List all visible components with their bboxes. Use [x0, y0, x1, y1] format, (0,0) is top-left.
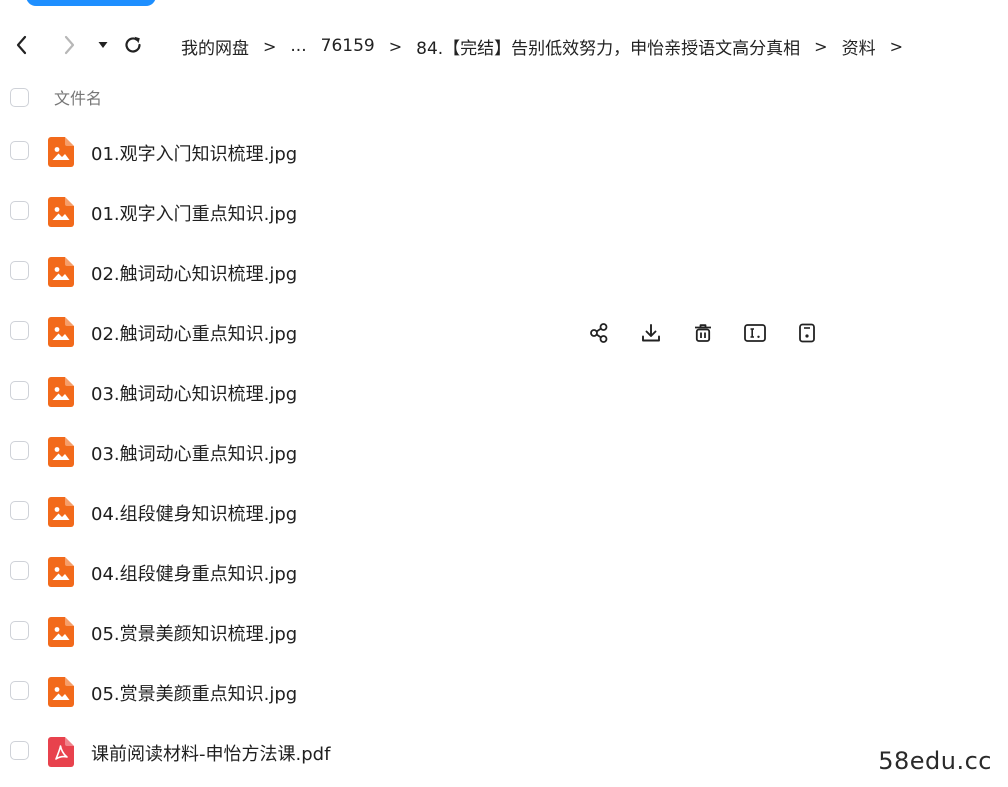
download-icon[interactable]	[638, 320, 664, 346]
caret-down-icon[interactable]	[90, 32, 116, 58]
file-row[interactable]: 02.触词动心重点知识.jpg	[0, 301, 1008, 361]
file-name[interactable]: 03.触词动心重点知识.jpg	[91, 440, 297, 466]
more-icon[interactable]	[794, 320, 820, 346]
image-file-icon	[48, 437, 74, 467]
rename-icon[interactable]	[742, 320, 768, 346]
file-name[interactable]: 02.触词动心重点知识.jpg	[91, 320, 297, 346]
row-checkbox[interactable]	[10, 681, 29, 700]
image-file-icon	[48, 137, 74, 167]
row-checkbox[interactable]	[10, 441, 29, 460]
row-checkbox[interactable]	[10, 561, 29, 580]
image-file-icon	[48, 617, 74, 647]
file-name[interactable]: 01.观字入门重点知识.jpg	[91, 200, 297, 226]
file-name[interactable]: 课前阅读材料-申怡方法课.pdf	[91, 740, 330, 766]
file-name[interactable]: 03.触词动心知识梳理.jpg	[91, 380, 297, 406]
file-row[interactable]: 02.触词动心知识梳理.jpg	[0, 241, 1008, 301]
breadcrumb-item-course[interactable]: 84.【完结】告别低效努力，申怡亲授语文高分真相	[416, 34, 800, 59]
column-header-name[interactable]: 文件名	[54, 85, 102, 109]
breadcrumb-item-folder[interactable]: 76159	[321, 36, 375, 56]
row-checkbox[interactable]	[10, 261, 29, 280]
breadcrumb-item-ellipsis[interactable]: ...	[290, 36, 306, 56]
breadcrumb-separator: >	[889, 36, 903, 56]
file-row[interactable]: 03.触词动心知识梳理.jpg	[0, 361, 1008, 421]
chevron-right-icon[interactable]	[56, 32, 82, 58]
pdf-file-icon	[48, 737, 74, 767]
file-name[interactable]: 05.赏景美颜知识梳理.jpg	[91, 620, 297, 646]
image-file-icon	[48, 197, 74, 227]
file-name[interactable]: 04.组段健身重点知识.jpg	[91, 560, 297, 586]
row-checkbox[interactable]	[10, 141, 29, 160]
file-row[interactable]: 05.赏景美颜重点知识.jpg	[0, 661, 1008, 721]
refresh-icon[interactable]	[120, 32, 146, 58]
row-checkbox[interactable]	[10, 381, 29, 400]
file-name[interactable]: 04.组段健身知识梳理.jpg	[91, 500, 297, 526]
file-row[interactable]: 01.观字入门重点知识.jpg	[0, 181, 1008, 241]
file-row[interactable]: 05.赏景美颜知识梳理.jpg	[0, 601, 1008, 661]
image-file-icon	[48, 677, 74, 707]
image-file-icon	[48, 317, 74, 347]
file-row[interactable]: 04.组段健身重点知识.jpg	[0, 541, 1008, 601]
row-checkbox[interactable]	[10, 501, 29, 520]
file-row[interactable]: 04.组段健身知识梳理.jpg	[0, 481, 1008, 541]
breadcrumb-separator: >	[388, 36, 403, 56]
chevron-left-icon[interactable]	[9, 32, 35, 58]
file-row[interactable]: 01.观字入门知识梳理.jpg	[0, 121, 1008, 181]
breadcrumb-separator: >	[814, 36, 828, 56]
select-all-checkbox[interactable]	[10, 87, 29, 107]
file-name[interactable]: 01.观字入门知识梳理.jpg	[91, 140, 297, 166]
image-file-icon	[48, 497, 74, 527]
file-list-header: 文件名	[0, 82, 1008, 112]
file-name[interactable]: 05.赏景美颜重点知识.jpg	[91, 680, 297, 706]
row-actions	[586, 320, 820, 346]
row-checkbox[interactable]	[10, 621, 29, 640]
row-checkbox[interactable]	[10, 741, 29, 760]
image-file-icon	[48, 257, 74, 287]
breadcrumb-item-current[interactable]: 资料	[842, 34, 876, 59]
row-checkbox[interactable]	[10, 321, 29, 340]
breadcrumb: 我的网盘 > ... 76159 > 84.【完结】告别低效努力，申怡亲授语文高…	[181, 34, 917, 59]
file-name[interactable]: 02.触词动心知识梳理.jpg	[91, 260, 297, 286]
image-file-icon	[48, 557, 74, 587]
file-browser: 我的网盘 > ... 76159 > 84.【完结】告别低效努力，申怡亲授语文高…	[0, 0, 1008, 787]
image-file-icon	[48, 377, 74, 407]
watermark: 58edu.cc	[878, 747, 992, 775]
delete-icon[interactable]	[690, 320, 716, 346]
breadcrumb-separator: >	[263, 36, 277, 56]
upload-button[interactable]	[26, 0, 156, 6]
file-row[interactable]: 课前阅读材料-申怡方法课.pdf	[0, 721, 1008, 781]
share-icon[interactable]	[586, 320, 612, 346]
breadcrumb-item-root[interactable]: 我的网盘	[181, 34, 249, 59]
row-checkbox[interactable]	[10, 201, 29, 220]
navigation-bar: 我的网盘 > ... 76159 > 84.【完结】告别低效努力，申怡亲授语文高…	[0, 26, 1008, 64]
file-row[interactable]: 03.触词动心重点知识.jpg	[0, 421, 1008, 481]
